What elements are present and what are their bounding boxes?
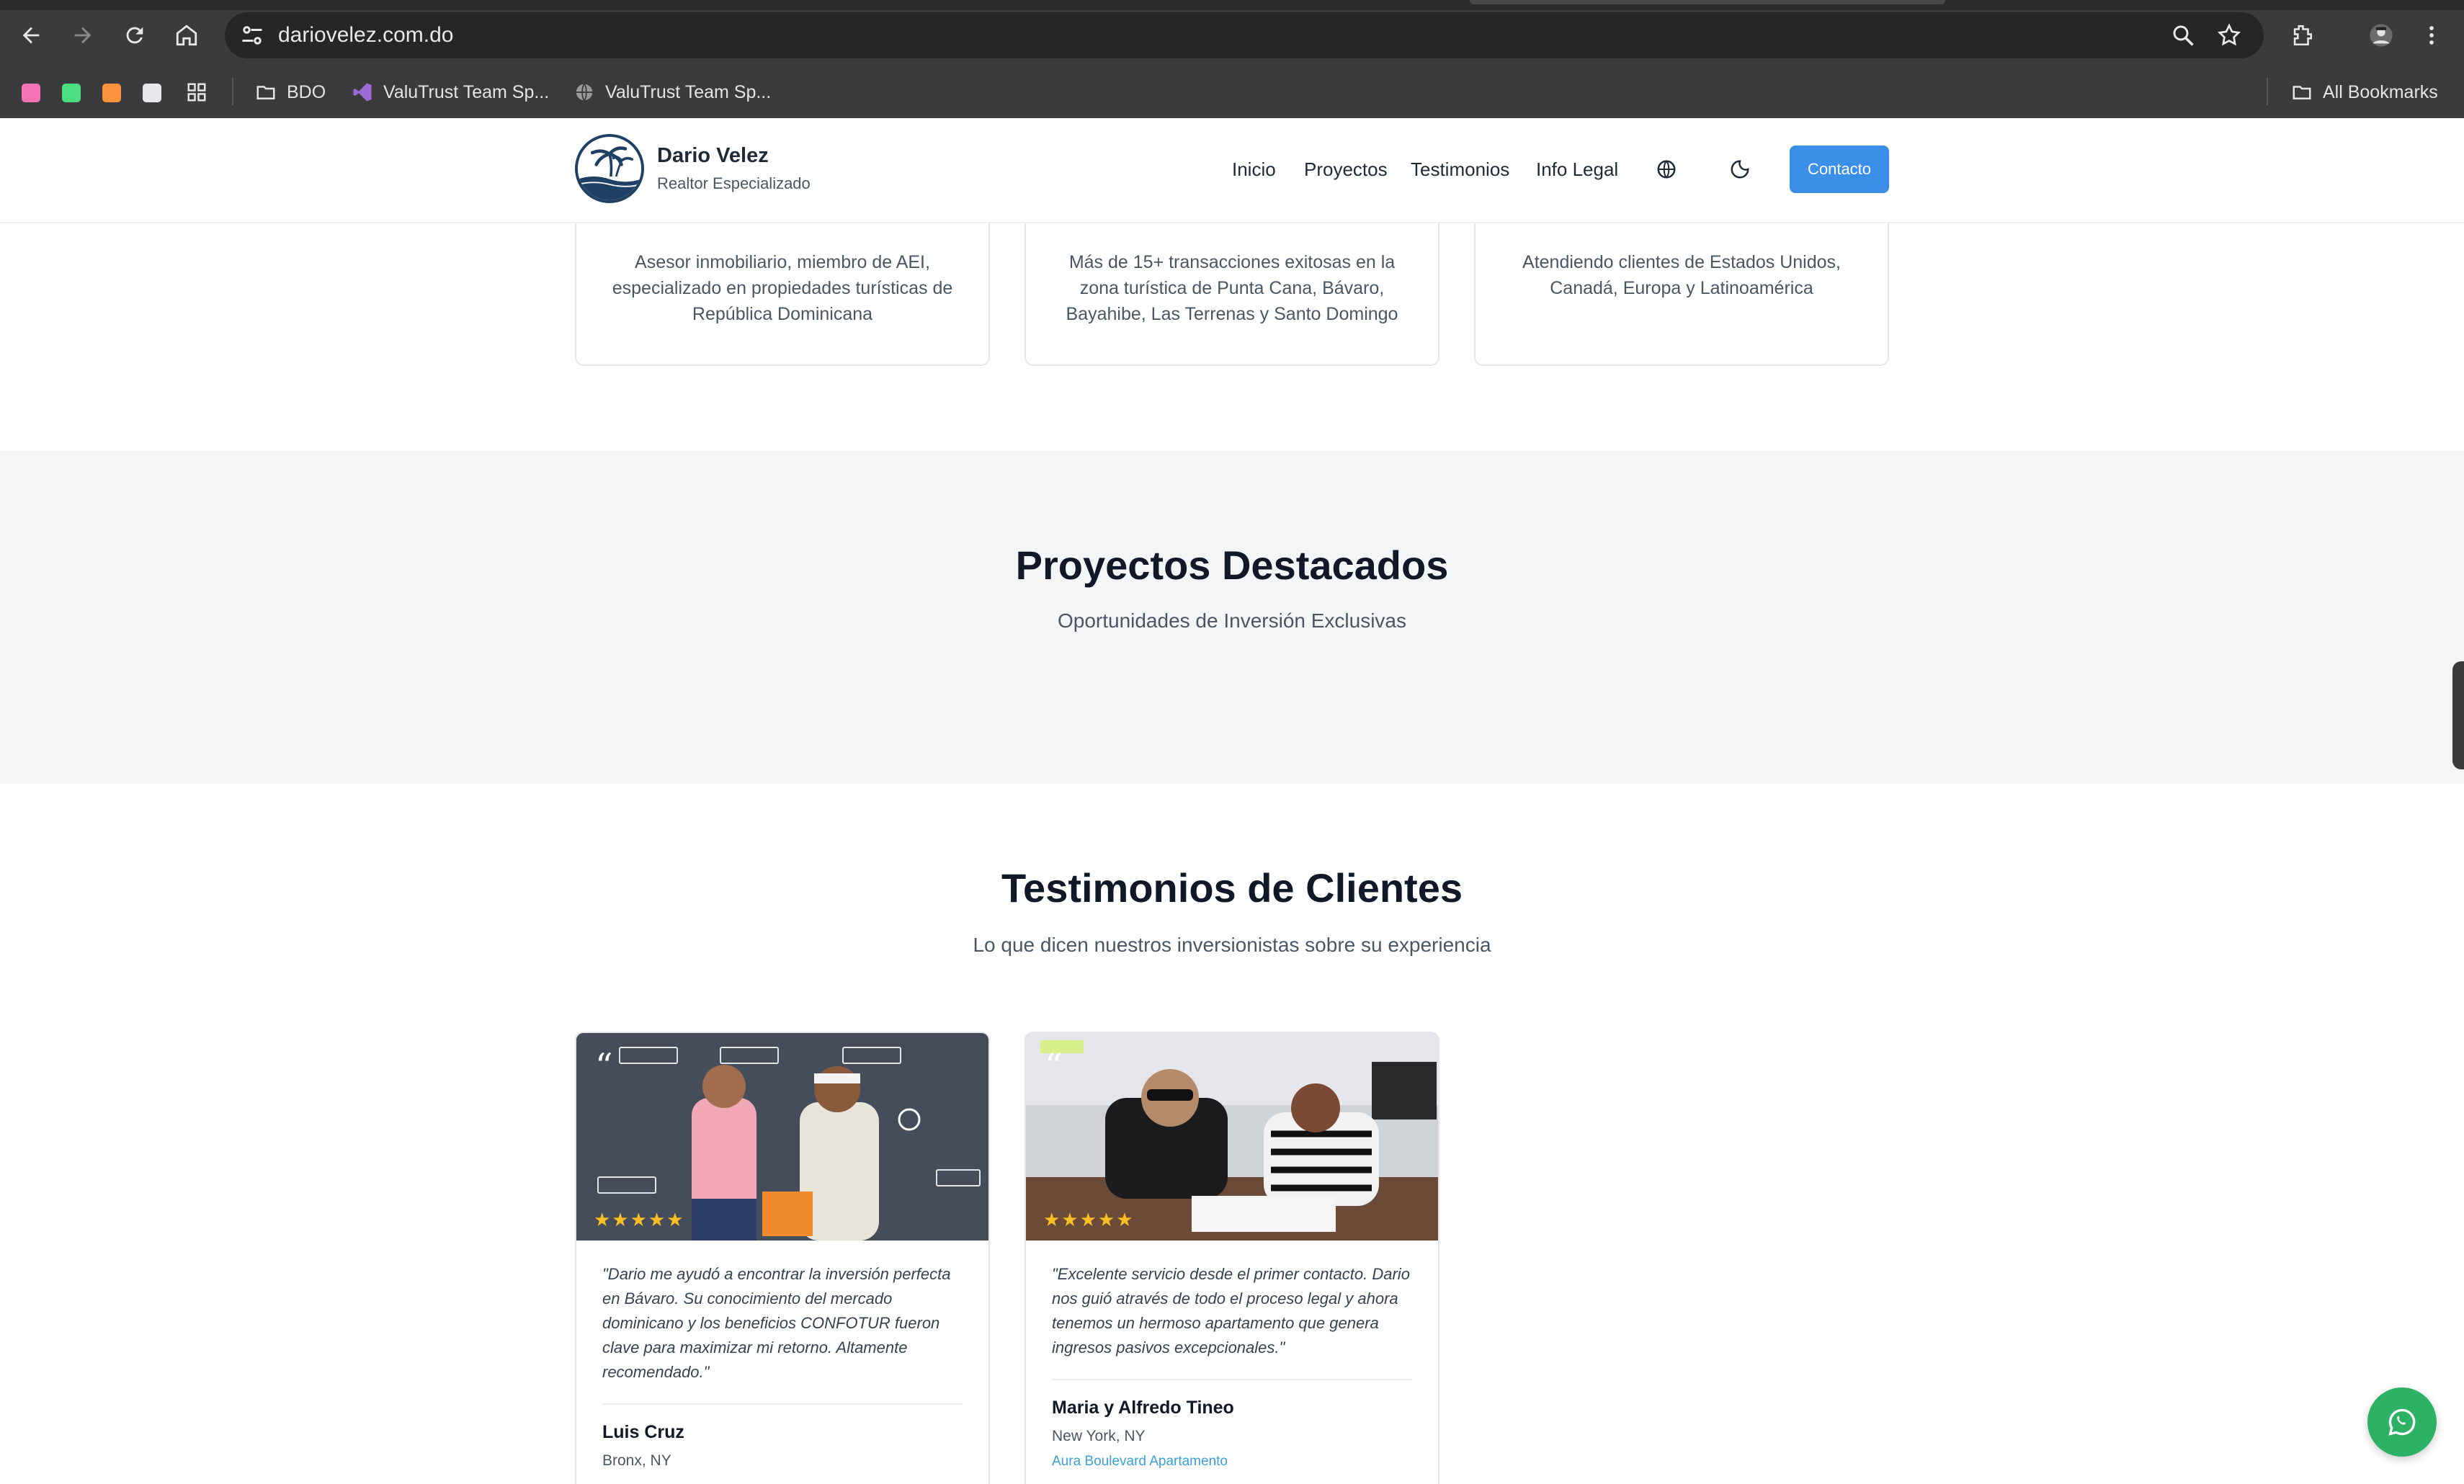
nav-inicio[interactable]: Inicio xyxy=(1232,158,1276,181)
reload-icon[interactable] xyxy=(117,17,153,53)
side-widget-tab[interactable] xyxy=(2452,661,2464,769)
browser-toolbar: dariovelez.com.do xyxy=(0,10,2464,61)
nav-info-legal[interactable]: Info Legal xyxy=(1536,158,1618,181)
bookmark-pink-icon[interactable] xyxy=(22,84,40,102)
quote-icon: “ xyxy=(1045,1046,1063,1086)
bookmark-green-icon[interactable] xyxy=(62,84,81,102)
apps-grid-icon[interactable] xyxy=(186,69,207,115)
site-settings-icon[interactable] xyxy=(239,22,265,48)
projects-title: Proyectos Destacados xyxy=(1015,542,1449,588)
bookmark-label: ValuTrust Team Sp... xyxy=(605,81,772,102)
testimonial-card: “ ★★★★★ "Excelente servicio desde el pri… xyxy=(1025,1032,1439,1484)
folder-icon xyxy=(256,86,275,99)
back-icon[interactable] xyxy=(13,17,49,53)
testimonials-subtitle: Lo que dicen nuestros inversionistas sob… xyxy=(973,934,1491,956)
menu-kebab-icon[interactable] xyxy=(2414,17,2450,53)
active-tab-edge[interactable] xyxy=(1470,0,1945,4)
all-bookmarks-label: All Bookmarks xyxy=(2323,81,2438,102)
folder-icon xyxy=(2293,86,2311,99)
testimonial-location: Bronx, NY xyxy=(602,1452,671,1469)
globe-icon xyxy=(576,84,593,101)
bookmark-orange-icon[interactable] xyxy=(102,84,121,102)
bookmark-white-icon[interactable] xyxy=(143,84,161,102)
testimonial-quote: "Dario me ayudó a encontrar la inversión… xyxy=(602,1265,951,1381)
projects-subtitle: Oportunidades de Inversión Exclusivas xyxy=(1057,609,1407,632)
bookmark-star-icon[interactable] xyxy=(2216,22,2242,48)
address-bar[interactable]: dariovelez.com.do xyxy=(225,12,2264,58)
testimonial-property-link[interactable]: Aura Boulevard Apartamento xyxy=(1052,1454,1228,1470)
testimonial-card: “ ★★★★★ "Dario me ayudó a encontrar la i… xyxy=(575,1032,990,1484)
whatsapp-button[interactable] xyxy=(2367,1387,2437,1457)
testimonial-location: New York, NY xyxy=(1052,1428,1146,1444)
home-icon[interactable] xyxy=(169,17,205,53)
tab-strip xyxy=(0,0,2464,10)
bookmarks-separator-right xyxy=(2267,78,2268,105)
theme-toggle-icon[interactable] xyxy=(1729,158,1751,180)
url-text[interactable]: dariovelez.com.do xyxy=(278,12,453,58)
brand-name[interactable]: Dario Velez xyxy=(657,144,769,168)
bookmark-folder-bdo[interactable]: BDO xyxy=(255,69,326,115)
whatsapp-icon xyxy=(2388,1408,2416,1436)
forward-icon[interactable] xyxy=(65,17,101,53)
language-globe-icon[interactable] xyxy=(1656,158,1677,180)
feature-text: Atendiendo clientes de Estados Unidos, C… xyxy=(1522,252,1841,298)
rating-stars: ★★★★★ xyxy=(594,1209,685,1230)
profile-avatar-icon[interactable] xyxy=(2363,17,2399,53)
testimonial-quote: "Excelente servicio desde el primer cont… xyxy=(1052,1265,1410,1356)
bookmarks-separator xyxy=(232,78,233,105)
testimonial-name: Maria y Alfredo Tineo xyxy=(1052,1398,1234,1418)
rating-stars: ★★★★★ xyxy=(1043,1209,1135,1230)
extensions-icon[interactable] xyxy=(2284,17,2320,53)
contact-button[interactable]: Contacto xyxy=(1790,146,1889,193)
visual-studio-icon xyxy=(353,83,372,102)
logo-palm-icon[interactable] xyxy=(575,134,644,203)
nav-testimonios[interactable]: Testimonios xyxy=(1411,158,1509,181)
browser-chrome: dariovelez.com.do BDO ValuTrust Team Sp.… xyxy=(0,0,2464,118)
all-bookmarks-folder[interactable]: All Bookmarks xyxy=(2291,69,2438,115)
testimonial-photo: “ ★★★★★ xyxy=(1026,1033,1438,1241)
bookmark-valutrust-1[interactable]: ValuTrust Team Sp... xyxy=(352,69,549,115)
brand-subtitle: Realtor Especializado xyxy=(657,174,811,192)
site-header: Dario Velez Realtor Especializado Inicio… xyxy=(0,118,2464,223)
web-page: Asesor inmobiliario, miembro de AEI, esp… xyxy=(0,118,2464,1484)
feature-text: Más de 15+ transacciones exitosas en la … xyxy=(1066,252,1398,324)
testimonial-photo: “ ★★★★★ xyxy=(576,1033,988,1241)
nav-proyectos[interactable]: Proyectos xyxy=(1304,158,1388,181)
testimonials-title: Testimonios de Clientes xyxy=(1001,865,1463,911)
feature-text: Asesor inmobiliario, miembro de AEI, esp… xyxy=(612,252,953,324)
projects-section: Proyectos Destacados Oportunidades de In… xyxy=(0,451,2464,784)
card-divider xyxy=(1052,1379,1412,1380)
bookmark-label: BDO xyxy=(287,81,326,102)
testimonial-name: Luis Cruz xyxy=(602,1422,684,1442)
bookmark-label: ValuTrust Team Sp... xyxy=(383,81,550,102)
quote-icon: “ xyxy=(595,1046,613,1086)
card-divider xyxy=(602,1403,963,1405)
zoom-icon[interactable] xyxy=(2170,22,2196,48)
bookmark-valutrust-2[interactable]: ValuTrust Team Sp... xyxy=(573,69,771,115)
